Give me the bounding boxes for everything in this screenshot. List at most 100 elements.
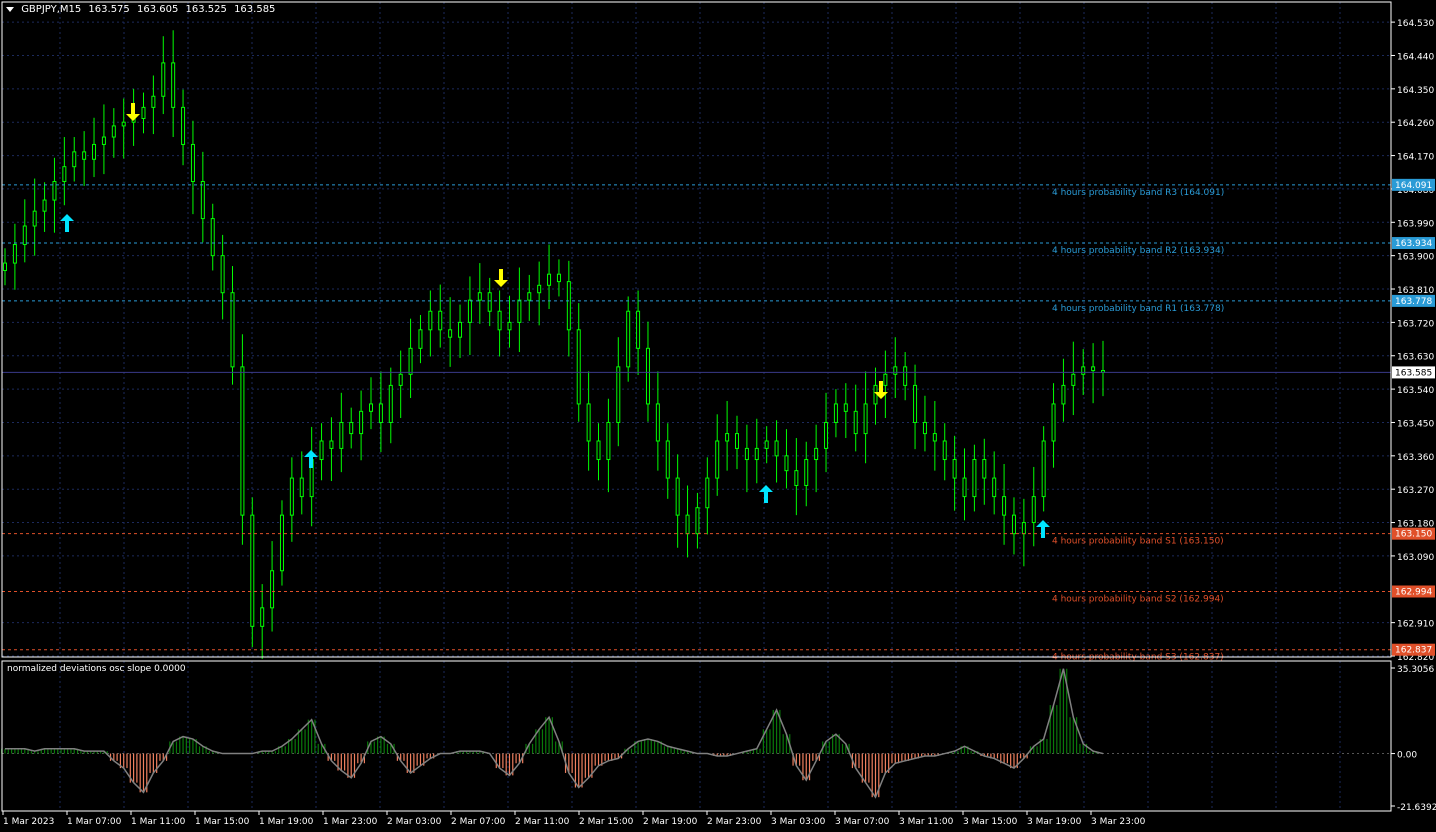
candle-body[interactable] [1002, 496, 1007, 516]
candle-body[interactable] [52, 181, 57, 201]
candle-body[interactable] [92, 143, 97, 160]
candle-body[interactable] [883, 373, 888, 386]
candle-body[interactable] [705, 477, 710, 509]
candle-body[interactable] [289, 477, 294, 516]
chart-title[interactable]: GBPJPY,M15 163.575 163.605 163.525 163.5… [6, 4, 279, 15]
candle-body[interactable] [1081, 366, 1086, 375]
candle-body[interactable] [992, 477, 997, 498]
candle-body[interactable] [1031, 496, 1036, 524]
candle-body[interactable] [507, 321, 512, 331]
candle-body[interactable] [527, 292, 532, 301]
candle-body[interactable] [3, 262, 7, 271]
candle-body[interactable] [596, 440, 601, 461]
candle-body[interactable] [477, 292, 482, 301]
candle-body[interactable] [774, 440, 779, 457]
candle-body[interactable] [982, 459, 987, 479]
candle-body[interactable] [754, 447, 759, 461]
candle-body[interactable] [1051, 403, 1056, 442]
candle-body[interactable] [893, 366, 898, 375]
candle-body[interactable] [101, 136, 106, 145]
candle-body[interactable] [606, 421, 611, 461]
candle-body[interactable] [161, 62, 166, 97]
candle-body[interactable] [804, 459, 809, 486]
candle-body[interactable] [260, 607, 265, 627]
candle-body[interactable] [190, 143, 195, 183]
candle-body[interactable] [556, 273, 561, 283]
candle-body[interactable] [576, 329, 581, 405]
candle-body[interactable] [537, 284, 542, 294]
candle-body[interactable] [349, 421, 354, 435]
candle-body[interactable] [438, 310, 443, 331]
candle-body[interactable] [1011, 514, 1016, 535]
candle-body[interactable] [695, 507, 700, 535]
candle-body[interactable] [329, 440, 334, 449]
candle-body[interactable] [250, 514, 255, 627]
candle-body[interactable] [1041, 440, 1046, 498]
candle-body[interactable] [299, 477, 304, 498]
candle-body[interactable] [32, 210, 37, 227]
candle-body[interactable] [220, 255, 225, 294]
candle-body[interactable] [388, 384, 393, 423]
candle-body[interactable] [181, 106, 186, 145]
candle-body[interactable] [111, 125, 116, 138]
candle-body[interactable] [744, 447, 749, 461]
candle-body[interactable] [428, 310, 433, 331]
candle-body[interactable] [952, 459, 957, 479]
candle-body[interactable] [12, 244, 17, 264]
candle-body[interactable] [922, 421, 927, 435]
candle-body[interactable] [616, 366, 621, 423]
candle-body[interactable] [82, 151, 87, 160]
candle-body[interactable] [685, 514, 690, 535]
candle-body[interactable] [62, 166, 67, 183]
candle-body[interactable] [725, 433, 730, 442]
candle-body[interactable] [408, 347, 413, 375]
candle-body[interactable] [626, 310, 631, 368]
candle-body[interactable] [645, 347, 650, 405]
candle-body[interactable] [339, 421, 344, 449]
candle-body[interactable] [833, 403, 838, 423]
candle-body[interactable] [487, 292, 492, 312]
candle-body[interactable] [359, 410, 364, 435]
candle-body[interactable] [814, 447, 819, 461]
candle-body[interactable] [824, 421, 829, 449]
dropdown-triangle-icon[interactable] [6, 6, 14, 12]
candle-body[interactable] [853, 410, 858, 435]
candle-body[interactable] [398, 373, 403, 386]
candle-body[interactable] [903, 366, 908, 386]
chart-canvas[interactable]: 4 hours probability band R3 (164.091) 4 h… [0, 0, 1436, 832]
candle-body[interactable] [72, 151, 77, 168]
candle-body[interactable] [863, 403, 868, 435]
candle-body[interactable] [1021, 522, 1026, 535]
candle-body[interactable] [942, 440, 947, 461]
candle-body[interactable] [586, 403, 591, 442]
candle-body[interactable] [547, 273, 552, 286]
candle-body[interactable] [171, 62, 176, 108]
candle-body[interactable] [655, 403, 660, 442]
candle-body[interactable] [42, 199, 47, 212]
candle-body[interactable] [794, 470, 799, 486]
candle-body[interactable] [1091, 366, 1096, 372]
candle-body[interactable] [715, 440, 720, 479]
candle-body[interactable] [210, 218, 215, 257]
candle-body[interactable] [972, 459, 977, 498]
candle-body[interactable] [665, 440, 670, 479]
candle-body[interactable] [913, 384, 918, 423]
candle-body[interactable] [230, 292, 235, 368]
candle-body[interactable] [270, 570, 275, 609]
candle-body[interactable] [1061, 384, 1066, 405]
candle-body[interactable] [448, 329, 453, 338]
candle-body[interactable] [319, 440, 324, 461]
candle-body[interactable] [369, 403, 373, 412]
candle-body[interactable] [497, 310, 502, 331]
candle-body[interactable] [764, 440, 769, 449]
candle-body[interactable] [151, 95, 156, 108]
candle-body[interactable] [378, 403, 383, 423]
candle-body[interactable] [932, 433, 937, 442]
candle-body[interactable] [141, 106, 146, 119]
candle-body[interactable] [873, 384, 878, 405]
candle-body[interactable] [200, 181, 205, 220]
candle-body[interactable] [843, 403, 848, 412]
candle-body[interactable] [1071, 373, 1076, 386]
candle-body[interactable] [121, 121, 126, 127]
candle-body[interactable] [240, 366, 245, 516]
